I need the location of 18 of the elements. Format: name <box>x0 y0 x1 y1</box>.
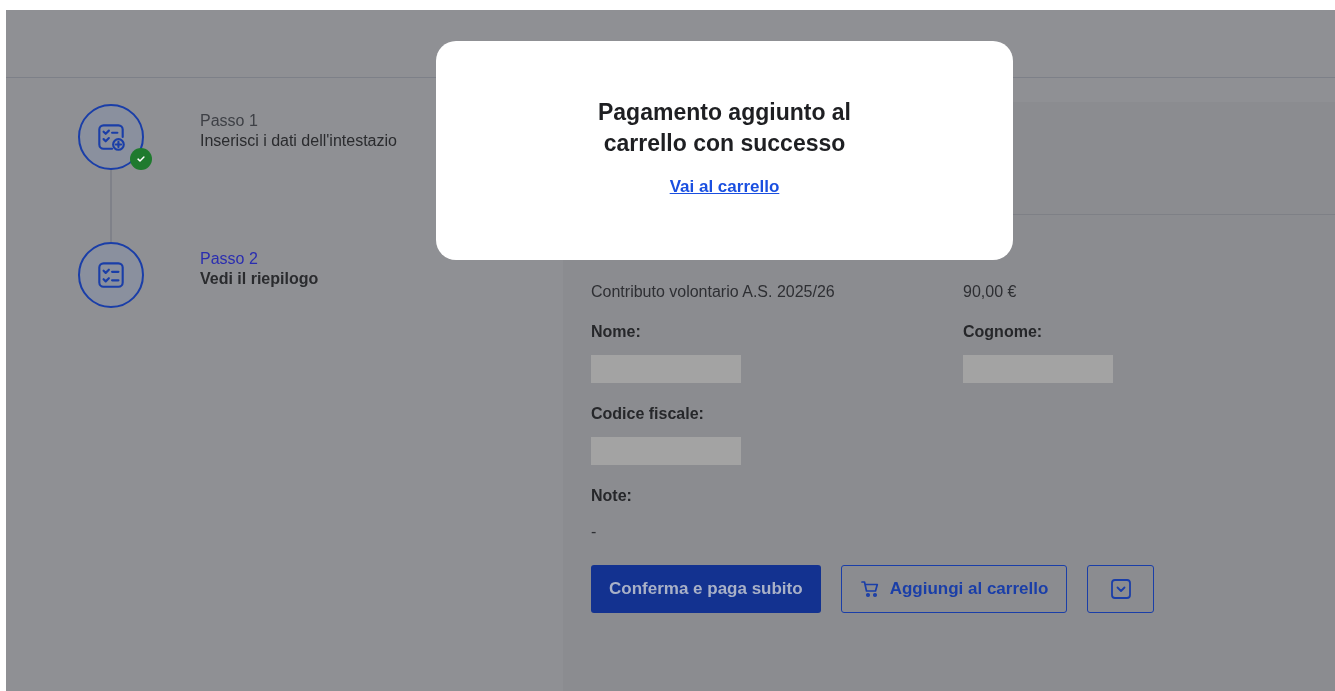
pay-button[interactable]: Conferma e paga subito <box>591 565 821 613</box>
step-title: Vedi il riepilogo <box>200 270 319 288</box>
dialog-title: Pagamento aggiunto al carrello con successo <box>597 98 852 158</box>
field-label: Note: <box>591 487 633 505</box>
step-label: Passo 1 <box>200 112 259 130</box>
field-value: - <box>591 523 598 541</box>
field-label: Cognome: <box>963 323 1044 341</box>
cart-link[interactable]: Vai al carrello <box>669 177 780 197</box>
more-options-button[interactable] <box>1087 565 1155 613</box>
field-value: 90,00 € <box>963 283 1018 301</box>
step-title: Inserisci i dati dell'intestazio <box>200 132 397 150</box>
step-label: Passo 2 <box>200 250 259 268</box>
cart-icon <box>859 579 880 599</box>
field-label: Codice fiscale: <box>591 405 705 423</box>
add-to-cart-button[interactable]: Aggiungi al carrello <box>840 565 1068 613</box>
field-label: Nome: <box>591 323 642 341</box>
chevron-down-icon <box>1108 577 1133 601</box>
field-value: Contributo volontario A.S. 2025/26 <box>591 283 836 301</box>
